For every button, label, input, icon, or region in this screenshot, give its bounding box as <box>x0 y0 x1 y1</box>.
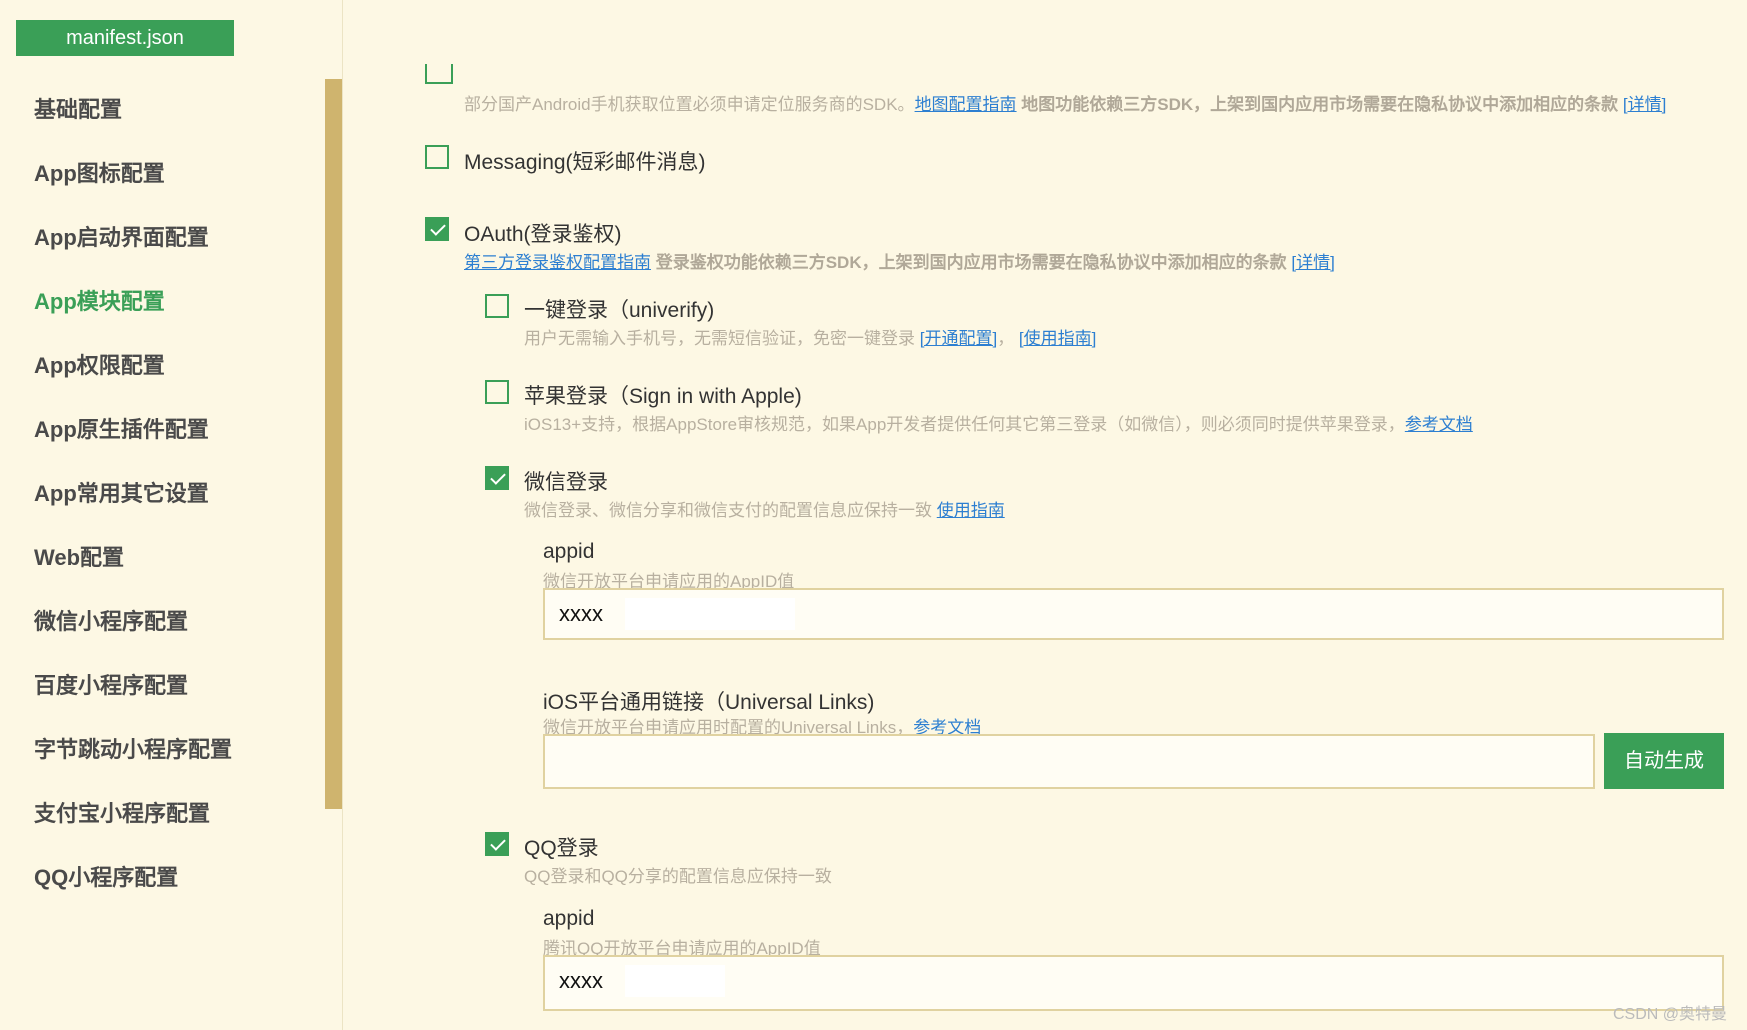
auto-generate-button[interactable]: 自动生成 <box>1604 733 1724 789</box>
sidebar-divider <box>342 0 343 1030</box>
messaging-label: Messaging(短彩邮件消息) <box>464 151 706 174</box>
weixin-login-label: 微信登录 <box>524 471 608 494</box>
univerify-guide-link[interactable]: [使用指南] <box>1019 329 1096 348</box>
sidebar-item-toutiao-mp[interactable]: 字节跳动小程序配置 <box>34 732 232 764</box>
oauth-privacy-note: 登录鉴权功能依赖三方SDK，上架到国内应用市场需要在隐私协议中添加相应的条款 <box>651 253 1292 272</box>
oauth-description: 第三方登录鉴权配置指南 登录鉴权功能依赖三方SDK，上架到国内应用市场需要在隐私… <box>464 248 1335 273</box>
maps-desc-text: 部分国产Android手机获取位置必须申请定位服务商的SDK。 <box>464 95 915 114</box>
qq-login-label: QQ登录 <box>524 837 599 860</box>
qq-appid-value: xxxx <box>559 968 603 993</box>
ulink-input[interactable] <box>543 734 1595 789</box>
sidebar-item-app-icon[interactable]: App图标配置 <box>34 156 165 188</box>
watermark: CSDN @奥特曼 <box>1612 1006 1727 1023</box>
weixin-appid-input[interactable]: xxxx <box>543 588 1724 640</box>
maps-description: 部分国产Android手机获取位置必须申请定位服务商的SDK。地图配置指南 地图… <box>464 90 1666 115</box>
weixin-guide-link[interactable]: 使用指南 <box>937 501 1005 520</box>
sidebar-scrollbar[interactable] <box>325 79 342 809</box>
ulink-label: iOS平台通用链接（Universal Links) <box>543 691 875 714</box>
sidebar-item-app-splash[interactable]: App启动界面配置 <box>34 220 209 252</box>
redaction-block <box>625 965 725 997</box>
apple-doc-link[interactable]: 参考文档 <box>1405 415 1473 434</box>
sidebar-item-app-permissions[interactable]: App权限配置 <box>34 348 165 380</box>
apple-login-description: iOS13+支持，根据AppStore审核规范，如果App开发者提供任何其它第三… <box>524 410 1473 435</box>
univerify-description: 用户无需输入手机号，无需短信验证，免密一键登录 [开通配置]， [使用指南] <box>524 324 1096 349</box>
sidebar-item-basic[interactable]: 基础配置 <box>34 92 122 124</box>
maps-guide-link[interactable]: 地图配置指南 <box>915 95 1017 114</box>
univerify-sep: ， <box>997 329 1015 348</box>
qq-appid-label: appid <box>543 907 595 930</box>
sidebar-item-app-modules[interactable]: App模块配置 <box>34 284 165 316</box>
weixin-appid-value: xxxx <box>559 601 603 626</box>
qq-login-description: QQ登录和QQ分享的配置信息应保持一致 <box>524 867 832 886</box>
oauth-checkbox[interactable] <box>425 217 449 241</box>
messaging-checkbox[interactable] <box>425 145 449 169</box>
maps-detail-link[interactable]: [详情] <box>1623 95 1666 114</box>
weixin-login-checkbox[interactable] <box>485 466 509 490</box>
sidebar-item-app-other-settings[interactable]: App常用其它设置 <box>34 476 209 508</box>
oauth-detail-link[interactable]: [详情] <box>1291 253 1334 272</box>
apple-login-checkbox[interactable] <box>485 380 509 404</box>
sidebar-item-qq-mp[interactable]: QQ小程序配置 <box>34 860 178 892</box>
weixin-appid-label: appid <box>543 540 595 563</box>
sidebar: 基础配置 App图标配置 App启动界面配置 App模块配置 App权限配置 A… <box>0 70 340 1030</box>
apple-login-label: 苹果登录（Sign in with Apple) <box>524 385 802 408</box>
redaction-block <box>625 598 795 630</box>
univerify-label: 一键登录（univerify) <box>524 299 715 322</box>
univerify-open-link[interactable]: [开通配置] <box>920 329 997 348</box>
qq-login-checkbox[interactable] <box>485 832 509 856</box>
sidebar-item-app-native-plugins[interactable]: App原生插件配置 <box>34 412 209 444</box>
file-tab[interactable]: manifest.json <box>16 20 234 56</box>
qq-appid-input[interactable]: xxxx <box>543 955 1724 1011</box>
weixin-desc-text: 微信登录、微信分享和微信支付的配置信息应保持一致 <box>524 501 937 520</box>
maps-privacy-note: 地图功能依赖三方SDK，上架到国内应用市场需要在隐私协议中添加相应的条款 <box>1016 95 1623 114</box>
sidebar-item-weixin-mp[interactable]: 微信小程序配置 <box>34 604 188 636</box>
sidebar-item-web[interactable]: Web配置 <box>34 540 124 572</box>
oauth-guide-link[interactable]: 第三方登录鉴权配置指南 <box>464 253 651 272</box>
univerify-desc-text: 用户无需输入手机号，无需短信验证，免密一键登录 <box>524 329 920 348</box>
univerify-checkbox[interactable] <box>485 294 509 318</box>
apple-desc-text: iOS13+支持，根据AppStore审核规范，如果App开发者提供任何其它第三… <box>524 415 1405 434</box>
oauth-label: OAuth(登录鉴权) <box>464 223 622 246</box>
maps-checkbox[interactable] <box>425 64 453 84</box>
sidebar-item-alipay-mp[interactable]: 支付宝小程序配置 <box>34 796 210 828</box>
sidebar-item-baidu-mp[interactable]: 百度小程序配置 <box>34 668 188 700</box>
weixin-login-description: 微信登录、微信分享和微信支付的配置信息应保持一致 使用指南 <box>524 496 1005 521</box>
